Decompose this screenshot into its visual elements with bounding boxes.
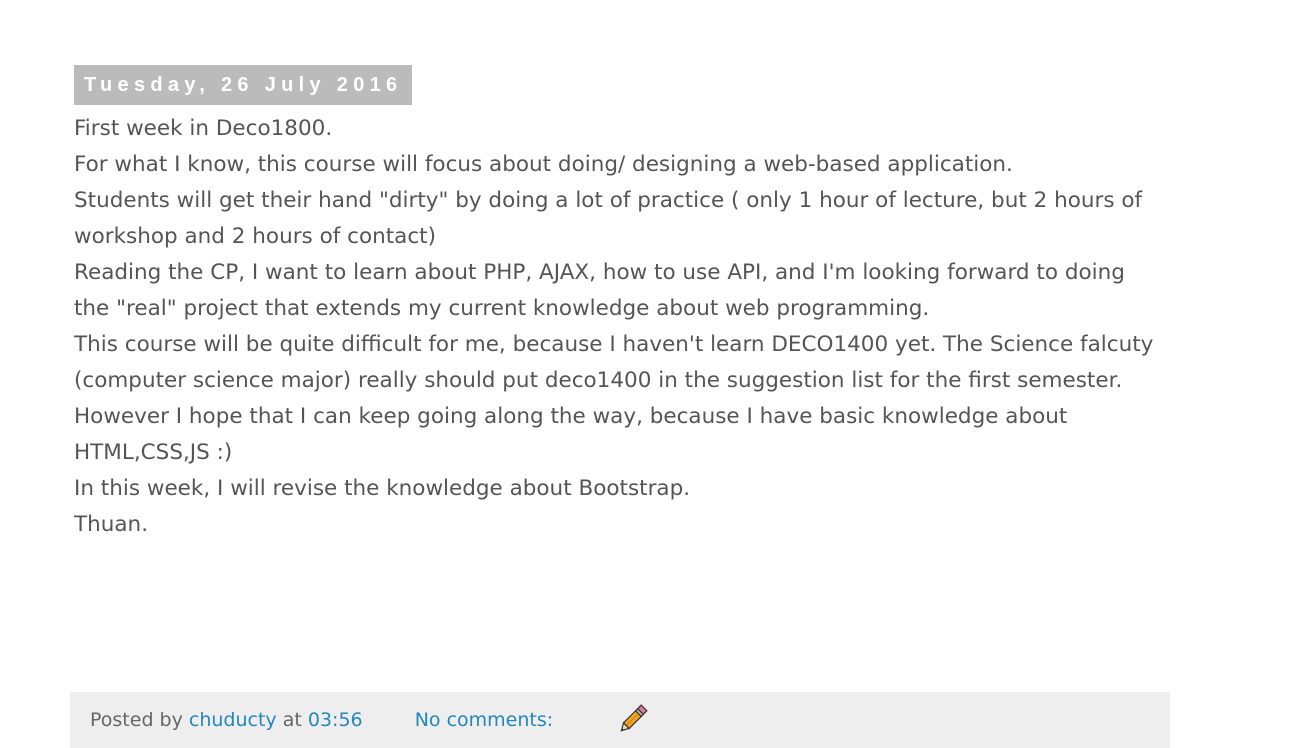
post-line: Students will get their hand "dirty" by … [74,188,1143,249]
pencil-icon-graphic [620,704,648,732]
post-date-header: Tuesday, 26 July 2016 [74,64,413,105]
post-time-link[interactable]: 03:56 [308,709,363,731]
post-line: Thuan. [74,512,149,537]
post-body: First week in Deco1800. For what I know,… [74,111,1164,543]
author-link[interactable]: chuducty [189,709,277,731]
post-date: Tuesday, 26 July 2016 [84,73,403,96]
post-line: In this week, I will revise the knowledg… [74,476,691,501]
post-line: For what I know, this course will focus … [74,152,1013,177]
post-line: This course will be quite difficult for … [74,332,1154,465]
post-line: First week in Deco1800. [74,116,333,141]
pencil-icon[interactable] [614,702,650,738]
post-line: Reading the CP, I want to learn about PH… [74,260,1125,321]
post-footer: Posted by chuducty at 03:56 No comments: [70,692,1170,748]
posted-by-label: Posted by [90,709,183,731]
comments-link[interactable]: No comments: [415,709,553,731]
at-label: at [282,709,302,731]
